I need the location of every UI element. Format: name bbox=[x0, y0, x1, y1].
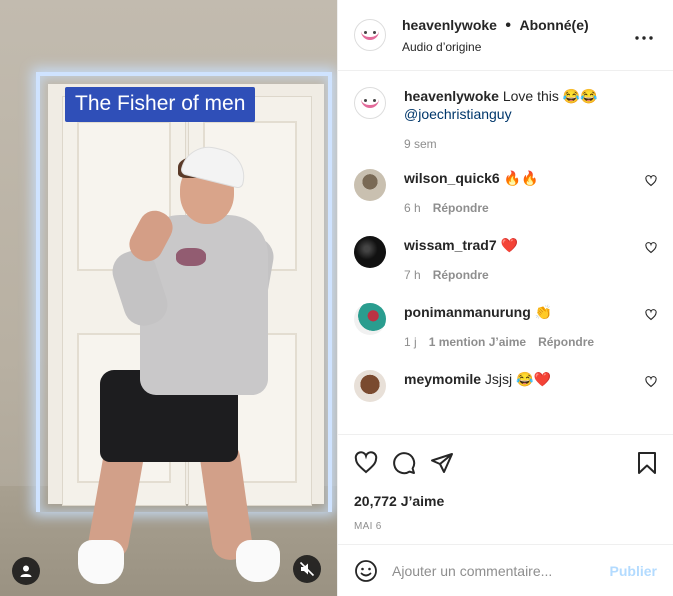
caption-text: Love this 😂😂 bbox=[498, 88, 598, 104]
emoji-smiley-icon[interactable] bbox=[354, 559, 378, 583]
like-comment-heart-icon[interactable] bbox=[645, 175, 657, 187]
comments-list[interactable]: heavenlywoke Love this 😂😂 @joechristiang… bbox=[338, 71, 673, 434]
commenter-avatar[interactable] bbox=[354, 370, 386, 402]
author-avatar[interactable] bbox=[354, 19, 386, 51]
comment-item: wilson_quick6 🔥🔥 6 h Répondre bbox=[354, 169, 657, 215]
comment-input[interactable] bbox=[392, 562, 610, 579]
comment-time: 1 j bbox=[404, 335, 417, 349]
comment-text: 🔥🔥 bbox=[499, 170, 539, 186]
instagram-post: The Fisher of men heavenlywoke • Abonné(… bbox=[0, 0, 673, 596]
comment-text: Jsjsj 😂❤️ bbox=[481, 371, 551, 387]
author-username[interactable]: heavenlywoke bbox=[402, 17, 497, 33]
user-icon bbox=[20, 565, 32, 577]
comment-item: ponimanmanurung 👏 1 j 1 mention J’aime R… bbox=[354, 303, 657, 349]
comment-text: 👏 bbox=[530, 304, 553, 320]
commenter-avatar[interactable] bbox=[354, 236, 386, 268]
more-horizontal-icon bbox=[635, 36, 653, 40]
speaker-muted-icon bbox=[299, 561, 315, 577]
follow-status-button[interactable]: Abonné(e) bbox=[519, 17, 588, 33]
like-comment-heart-icon[interactable] bbox=[645, 309, 657, 321]
caption-time: 9 sem bbox=[404, 137, 437, 151]
comment-username[interactable]: meymomile bbox=[404, 371, 481, 387]
comment-text: ❤️ bbox=[496, 237, 518, 253]
comment-username[interactable]: ponimanmanurung bbox=[404, 304, 531, 320]
likes-count[interactable]: 20,772 J’aime bbox=[354, 493, 657, 509]
add-comment-bar: Publier bbox=[338, 544, 673, 596]
tagged-user-button[interactable] bbox=[12, 557, 40, 585]
share-paper-plane-icon[interactable] bbox=[430, 451, 454, 475]
caption-username[interactable]: heavenlywoke bbox=[404, 88, 499, 104]
comment-item: wissam_trad7 ❤️ 7 h Répondre bbox=[354, 236, 657, 282]
like-comment-heart-icon[interactable] bbox=[645, 242, 657, 254]
more-options-button[interactable] bbox=[635, 27, 653, 41]
post-video[interactable]: The Fisher of men bbox=[0, 0, 337, 596]
reply-button[interactable]: Répondre bbox=[433, 201, 489, 215]
video-text-overlay: The Fisher of men bbox=[65, 87, 256, 122]
mute-toggle-button[interactable] bbox=[293, 555, 321, 583]
post-sidebar: heavenlywoke • Abonné(e) Audio d’origine… bbox=[337, 0, 673, 596]
reply-button[interactable]: Répondre bbox=[433, 268, 489, 282]
comment-time: 7 h bbox=[404, 268, 421, 282]
post-date[interactable]: MAI 6 bbox=[354, 521, 657, 532]
comment-likes-count[interactable]: 1 mention J’aime bbox=[429, 335, 526, 349]
like-heart-icon[interactable] bbox=[354, 451, 378, 475]
comment-username[interactable]: wissam_trad7 bbox=[404, 237, 497, 253]
commenter-avatar[interactable] bbox=[354, 303, 386, 335]
commenter-avatar[interactable] bbox=[354, 169, 386, 201]
caption-author-avatar[interactable] bbox=[354, 87, 386, 119]
publish-button[interactable]: Publier bbox=[610, 563, 657, 579]
comment-bubble-icon[interactable] bbox=[392, 451, 416, 475]
like-comment-heart-icon[interactable] bbox=[645, 376, 657, 388]
audio-link[interactable]: Audio d’origine bbox=[402, 40, 589, 54]
comment-time: 6 h bbox=[404, 201, 421, 215]
post-actions: 20,772 J’aime MAI 6 bbox=[338, 434, 673, 544]
reply-button[interactable]: Répondre bbox=[538, 335, 594, 349]
header-separator: • bbox=[505, 16, 511, 34]
comment-username[interactable]: wilson_quick6 bbox=[404, 170, 500, 186]
post-header: heavenlywoke • Abonné(e) Audio d’origine bbox=[338, 0, 673, 71]
post-caption: heavenlywoke Love this 😂😂 @joechristiang… bbox=[354, 87, 657, 151]
caption-mention-link[interactable]: @joechristianguy bbox=[404, 106, 512, 122]
save-bookmark-icon[interactable] bbox=[637, 451, 657, 475]
comment-item: meymomile Jsjsj 😂❤️ bbox=[354, 370, 657, 402]
